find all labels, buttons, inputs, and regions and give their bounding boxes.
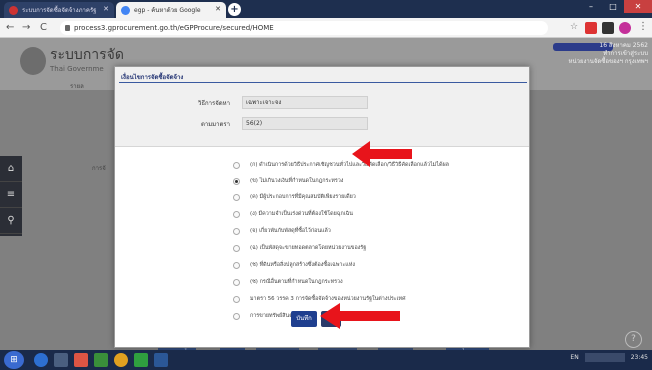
tab-close-icon[interactable]: ✕ [103, 5, 109, 13]
ie-icon[interactable] [34, 353, 48, 367]
option-label: (ก) ดำเนินการด้วยวิธีประกาศเชิญชวนทั่วไป… [250, 162, 449, 168]
procurement-method-field[interactable]: เฉพาะเจาะจง [242, 96, 368, 109]
clock[interactable]: 23:45 [631, 354, 648, 361]
option-b[interactable]: (ข) ไม่เกินวงเงินที่กำหนดในกฎกระทรวง [233, 176, 343, 186]
side-toolbar: ⌂ ≡ ⚲ [0, 156, 22, 236]
site-subtitle: Thai Governme [50, 65, 104, 73]
radio-button[interactable] [233, 278, 240, 286]
site-title: ระบบการจัด [50, 47, 124, 63]
address-bar-row: ← → C process3.gprocurement.go.th/eGPPro… [0, 18, 652, 38]
tab-google[interactable]: egp - ค้นหาด้วย Google ✕ [116, 2, 226, 18]
start-button[interactable]: ⊞ [4, 351, 24, 369]
site-favicon-icon [9, 5, 18, 15]
section-label: การจั [92, 165, 106, 172]
option-d[interactable]: (ง) มีความจำเป็นเร่งด่วนที่ต้องใช้โดยฉุก… [233, 209, 353, 219]
tab-procurement[interactable]: ระบบการจัดซื้อจัดจ้างภาครัฐ ✕ [4, 2, 114, 18]
option-a[interactable]: (ก) ดำเนินการด้วยวิธีประกาศเชิญชวนทั่วไป… [233, 160, 449, 170]
red-arrow-icon [320, 303, 400, 329]
option-h[interactable]: (ซ) กรณีอื่นตามที่กำหนดในกฎกระทรวง [233, 277, 343, 287]
radio-button[interactable] [233, 193, 240, 201]
browser-tab-bar: ระบบการจัดซื้อจัดจ้างภาครัฐ ✕ egp - ค้นห… [0, 0, 652, 18]
radio-button[interactable] [233, 312, 240, 320]
option-c[interactable]: (ค) มีผู้ประกอบการที่มีคุณสมบัติเพียงราย… [233, 192, 356, 202]
new-tab-button[interactable]: + [228, 3, 241, 16]
option-label: (ช) ที่ดินหรือสิ่งปลูกสร้างซึ่งต้องซื้อเ… [250, 262, 355, 268]
dialog-title: เงื่อนไขการจัดซื้อจัดจ้าง [121, 74, 184, 81]
lock-icon [65, 25, 70, 31]
title-underline [119, 82, 527, 83]
back-button[interactable]: ← [6, 22, 14, 33]
section-clause-label: ตามมาตรา [200, 121, 230, 128]
home-icon[interactable]: ⌂ [0, 156, 22, 182]
section-label: รายล [70, 83, 84, 90]
option-label: (ฉ) เป็นพัสดุจะขายทอดตลาดโดยหน่วยงานของร… [250, 245, 367, 251]
header-date: 16 สิงหาคม 2562 [599, 42, 648, 49]
option-label: (ค) มีผู้ประกอบการที่มีคุณสมบัติเพียงราย… [250, 194, 356, 200]
app-icon[interactable] [74, 353, 88, 367]
close-window-button[interactable]: ✕ [624, 0, 652, 13]
profile-avatar[interactable] [619, 22, 631, 34]
option-label: (จ) เกี่ยวพันกับพัสดุที่ซื้อไว้ก่อนแล้ว [250, 228, 331, 234]
chrome-icon[interactable] [134, 353, 148, 367]
screen: ระบบการจัดซื้อจัดจ้างภาครัฐ ✕ egp - ค้นห… [0, 0, 652, 370]
option-e[interactable]: (จ) เกี่ยวพันกับพัสดุที่ซื้อไว้ก่อนแล้ว [233, 226, 331, 236]
language-indicator[interactable]: EN [570, 354, 578, 361]
maximize-button[interactable]: □ [602, 0, 624, 13]
tab-label: ระบบการจัดซื้อจัดจ้างภาครัฐ [22, 7, 97, 14]
minimize-button[interactable]: – [580, 0, 602, 13]
reload-button[interactable]: C [40, 22, 47, 33]
url-text: process3.gprocurement.go.th/eGPProcure/s… [74, 24, 274, 32]
extension-icon[interactable] [585, 22, 597, 34]
extension-icon[interactable] [602, 22, 614, 34]
red-arrow-icon [352, 141, 412, 167]
search-icon[interactable]: ⚲ [0, 208, 22, 234]
menu-icon[interactable]: ≡ [0, 182, 22, 208]
header-user-info: 16 สิงหาคม 2562 ทำการเข้าสู่ระบบ หน่วยงา… [569, 42, 648, 66]
radio-button[interactable] [233, 210, 240, 218]
radio-button[interactable] [233, 161, 240, 169]
garuda-logo-icon [20, 47, 46, 75]
option-label: (ซ) กรณีอื่นตามที่กำหนดในกฎกระทรวง [250, 279, 343, 285]
radio-button[interactable] [233, 244, 240, 252]
google-favicon-icon [121, 5, 130, 15]
procurement-method-label: วิธีการจัดหา [198, 100, 230, 107]
system-tray: EN 23:45 [570, 353, 648, 362]
option-g[interactable]: (ช) ที่ดินหรือสิ่งปลูกสร้างซึ่งต้องซื้อเ… [233, 260, 355, 270]
radio-button[interactable] [233, 295, 240, 303]
option-label: มาตรา 56 วรรค 3 การจัดซื้อจัดจ้างของหน่ว… [250, 296, 406, 302]
header-status: ทำการเข้าสู่ระบบ [603, 50, 648, 57]
header-agency: หน่วยงานจัดซื้อของฯ กรุงเทพฯ [568, 58, 648, 65]
page-viewport: ระบบการจัด Thai Governme 16 สิงหาคม 2562… [0, 38, 652, 350]
url-input[interactable]: process3.gprocurement.go.th/eGPProcure/s… [60, 21, 548, 35]
tray-icons[interactable] [584, 353, 625, 362]
os-taskbar: ⊞ EN 23:45 [0, 350, 652, 370]
bookmark-star-icon[interactable]: ☆ [570, 22, 578, 32]
option-label: (ง) มีความจำเป็นเร่งด่วนที่ต้องใช้โดยฉุก… [250, 211, 353, 217]
radio-button-selected[interactable] [233, 177, 240, 185]
radio-button[interactable] [233, 261, 240, 269]
excel-icon[interactable] [94, 353, 108, 367]
browser-menu-icon[interactable]: ⋮ [638, 21, 648, 32]
option-label: (ข) ไม่เกินวงเงินที่กำหนดในกฎกระทรวง [250, 178, 344, 184]
tab-label: egp - ค้นหาด้วย Google [134, 7, 201, 14]
window-controls: – □ ✕ [580, 0, 652, 13]
media-icon[interactable] [114, 353, 128, 367]
explorer-icon[interactable] [54, 353, 68, 367]
tab-close-icon[interactable]: ✕ [215, 5, 221, 13]
section-clause-field[interactable]: 56(2) [242, 117, 368, 130]
save-button[interactable]: บันทึก [291, 311, 317, 327]
dialog-header: เงื่อนไขการจัดซื้อจัดจ้าง วิธีการจัดหา เ… [115, 67, 529, 147]
radio-button[interactable] [233, 227, 240, 235]
option-f[interactable]: (ฉ) เป็นพัสดุจะขายทอดตลาดโดยหน่วยงานของร… [233, 243, 366, 253]
forward-button[interactable]: → [22, 22, 30, 33]
word-icon[interactable] [154, 353, 168, 367]
